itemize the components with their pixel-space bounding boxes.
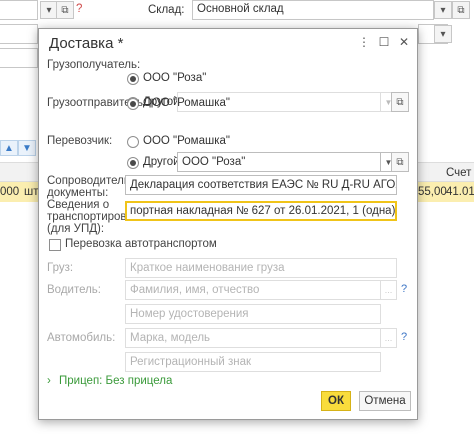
vehicle-transport-label: Перевозка автотранспортом bbox=[65, 238, 217, 250]
bg-open-button[interactable]: ⧉ bbox=[56, 1, 74, 19]
consignee-option-org: ООО "Роза" bbox=[143, 72, 207, 84]
consignee-open-icon[interactable]: ⧉ bbox=[391, 92, 409, 112]
consignor-radio-org[interactable] bbox=[127, 98, 139, 110]
more-menu-icon[interactable]: ⋮ bbox=[355, 33, 373, 51]
car-select-icon[interactable]: … bbox=[381, 328, 397, 348]
cargo-label: Груз: bbox=[47, 262, 74, 274]
close-icon[interactable]: ✕ bbox=[395, 33, 413, 51]
carrier-open-icon[interactable]: ⧉ bbox=[391, 152, 409, 172]
cargo-field[interactable]: Краткое наименование груза bbox=[125, 258, 397, 278]
vehicle-transport-checkbox[interactable] bbox=[49, 239, 61, 251]
bg-help-icon[interactable]: ? bbox=[76, 3, 82, 15]
carrier-radio-other[interactable] bbox=[127, 157, 139, 169]
carrier-label: Перевозчик: bbox=[47, 135, 113, 147]
bg-field-2[interactable] bbox=[0, 24, 38, 44]
bg-warehouse-dropdown[interactable]: ▾ bbox=[434, 1, 452, 19]
move-up-icon[interactable]: ▲ bbox=[0, 140, 18, 156]
bg-warehouse-label: Склад: bbox=[148, 4, 185, 16]
trailer-link[interactable]: Прицеп: Без прицела bbox=[59, 375, 172, 387]
bg-field-top-left[interactable] bbox=[0, 0, 38, 20]
maximize-icon[interactable]: ☐ bbox=[375, 33, 393, 51]
carrier-radio-org[interactable] bbox=[127, 136, 139, 148]
car-plate-field[interactable]: Регистрационный знак bbox=[125, 352, 381, 372]
bg-field-right-dropdown[interactable]: ▾ bbox=[434, 25, 452, 43]
row-account: 41.01 bbox=[446, 186, 474, 198]
driver-select-icon[interactable]: … bbox=[381, 280, 397, 300]
bg-warehouse-open[interactable]: ⧉ bbox=[452, 1, 470, 19]
consignee-label: Грузополучатель: bbox=[47, 59, 141, 71]
driver-license-field[interactable]: Номер удостоверения bbox=[125, 304, 381, 324]
delivery-dialog: Доставка * ⋮ ☐ ✕ Грузополучатель: ООО "Р… bbox=[38, 28, 418, 420]
carrier-option-org: ООО "Ромашка" bbox=[143, 135, 230, 147]
bg-col-account: Счет у bbox=[446, 167, 474, 179]
row-qty: 000 bbox=[0, 186, 20, 198]
car-help-icon[interactable]: ? bbox=[401, 331, 407, 343]
transport-info-field[interactable]: портная накладная № 627 от 26.01.2021, 1… bbox=[125, 201, 397, 221]
documents-label: Сопроводительные документы: bbox=[47, 175, 151, 199]
bg-field-3[interactable] bbox=[0, 48, 38, 68]
cancel-button[interactable]: Отмена bbox=[359, 391, 411, 411]
driver-name-field[interactable]: Фамилия, имя, отчество bbox=[125, 280, 381, 300]
ok-button[interactable]: ОК bbox=[321, 391, 351, 411]
documents-field[interactable]: Декларация соответствия ЕАЭС № RU Д-RU А… bbox=[125, 175, 397, 195]
consignor-option-org: ООО "Ромашка" bbox=[143, 97, 230, 109]
transport-info-label: Сведения о транспортировке (для УПД): bbox=[47, 199, 139, 235]
driver-help-icon[interactable]: ? bbox=[401, 283, 407, 295]
driver-label: Водитель: bbox=[47, 284, 101, 296]
carrier-other-field[interactable]: ООО "Роза" bbox=[177, 152, 381, 172]
consignee-radio-org[interactable] bbox=[127, 73, 139, 85]
car-model-field[interactable]: Марка, модель bbox=[125, 328, 381, 348]
dialog-title: Доставка * bbox=[49, 35, 124, 52]
row-unit: шт bbox=[24, 186, 39, 198]
car-label: Автомобиль: bbox=[47, 332, 116, 344]
move-down-icon[interactable]: ▼ bbox=[18, 140, 36, 156]
row-amount: 55,00 bbox=[418, 186, 447, 198]
chevron-right-icon[interactable]: › bbox=[47, 375, 51, 387]
bg-warehouse-field[interactable]: Основной склад bbox=[192, 0, 434, 20]
